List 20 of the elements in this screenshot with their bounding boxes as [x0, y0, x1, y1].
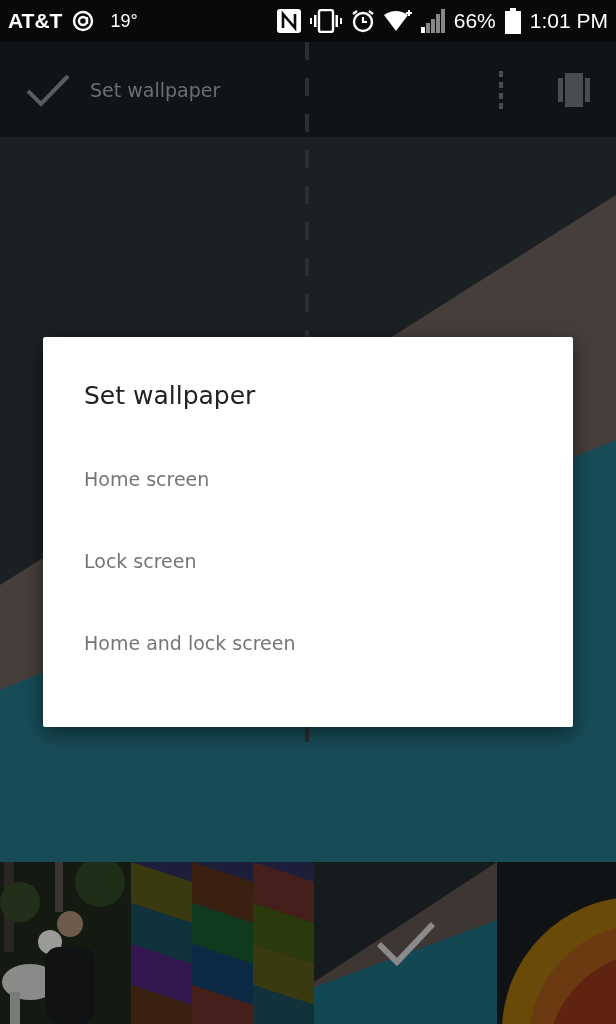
battery-icon	[504, 8, 521, 34]
check-icon	[375, 920, 436, 966]
dialog-option[interactable]: Lock screen	[43, 520, 573, 602]
at-sign-icon	[72, 10, 95, 32]
dialog-option[interactable]: Home screen	[43, 438, 573, 520]
alarm-icon	[350, 9, 375, 33]
clock-time: 1:01 PM	[529, 9, 608, 33]
carousel-icon[interactable]	[558, 72, 590, 107]
battery-percent: 66%	[453, 9, 496, 33]
dialog-title: Set wallpaper	[84, 381, 257, 410]
vibrate-icon	[309, 9, 342, 33]
dialog-option[interactable]: Home and lock screen	[43, 602, 573, 684]
check-icon[interactable]	[26, 72, 70, 107]
temperature: 19°	[110, 10, 138, 32]
more-options-icon[interactable]	[498, 70, 504, 109]
carrier-name: AT&T	[8, 9, 63, 33]
toolbar-title: Set wallpaper	[90, 78, 221, 101]
signal-icon	[420, 9, 445, 33]
nfc-icon	[276, 9, 301, 33]
wifi-icon	[383, 9, 412, 33]
